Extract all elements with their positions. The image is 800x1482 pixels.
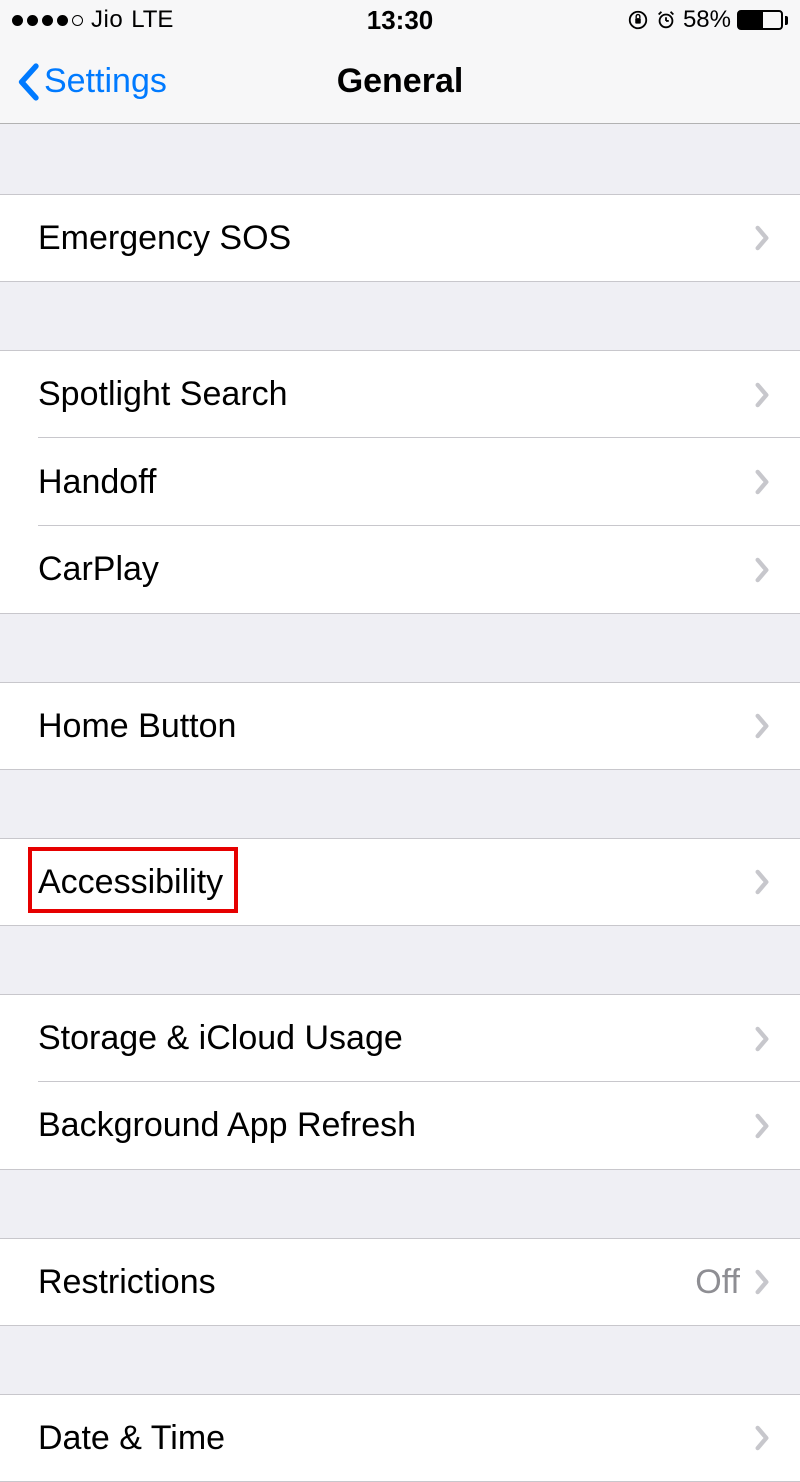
- group-gap: [0, 1326, 800, 1394]
- status-left: Jio LTE: [12, 6, 173, 34]
- settings-row-carplay[interactable]: CarPlay: [0, 526, 800, 614]
- network-label: LTE: [131, 6, 173, 34]
- row-label: Restrictions: [38, 1263, 695, 1302]
- group-gap: [0, 614, 800, 682]
- row-label: Background App Refresh: [38, 1106, 754, 1145]
- group-gap: [0, 770, 800, 838]
- back-button[interactable]: Settings: [16, 62, 167, 101]
- chevron-right-icon: [754, 1269, 770, 1295]
- settings-row-handoff[interactable]: Handoff: [0, 438, 800, 526]
- row-label: Accessibility: [38, 863, 754, 902]
- row-label: CarPlay: [38, 550, 754, 589]
- signal-strength-icon: [12, 15, 83, 26]
- row-label: Date & Time: [38, 1419, 754, 1458]
- chevron-right-icon: [754, 1425, 770, 1451]
- row-value: Off: [695, 1263, 740, 1302]
- chevron-right-icon: [754, 1113, 770, 1139]
- status-right: 58%: [627, 6, 788, 34]
- row-label: Emergency SOS: [38, 219, 754, 258]
- row-label: Handoff: [38, 463, 754, 502]
- alarm-icon: [655, 9, 677, 31]
- battery-icon: [737, 10, 788, 30]
- settings-row-background-app-refresh[interactable]: Background App Refresh: [0, 1082, 800, 1170]
- chevron-right-icon: [754, 469, 770, 495]
- settings-row-storage-icloud-usage[interactable]: Storage & iCloud Usage: [0, 994, 800, 1082]
- page-title: General: [337, 62, 464, 101]
- rotation-lock-icon: [627, 9, 649, 31]
- back-label: Settings: [44, 62, 167, 101]
- row-label: Storage & iCloud Usage: [38, 1019, 754, 1058]
- settings-row-spotlight-search[interactable]: Spotlight Search: [0, 350, 800, 438]
- group-gap: [0, 282, 800, 350]
- settings-row-accessibility[interactable]: Accessibility: [0, 838, 800, 926]
- row-label: Spotlight Search: [38, 375, 754, 414]
- chevron-right-icon: [754, 225, 770, 251]
- status-time: 13:30: [367, 5, 434, 36]
- carrier-label: Jio: [91, 6, 123, 34]
- group-gap: [0, 926, 800, 994]
- chevron-right-icon: [754, 869, 770, 895]
- settings-row-restrictions[interactable]: RestrictionsOff: [0, 1238, 800, 1326]
- chevron-right-icon: [754, 557, 770, 583]
- battery-percent: 58%: [683, 6, 731, 34]
- chevron-right-icon: [754, 713, 770, 739]
- settings-row-emergency-sos[interactable]: Emergency SOS: [0, 194, 800, 282]
- group-gap: [0, 124, 800, 194]
- chevron-right-icon: [754, 1026, 770, 1052]
- settings-row-home-button[interactable]: Home Button: [0, 682, 800, 770]
- settings-row-date-time[interactable]: Date & Time: [0, 1394, 800, 1482]
- group-gap: [0, 1170, 800, 1238]
- row-label: Home Button: [38, 707, 754, 746]
- chevron-right-icon: [754, 382, 770, 408]
- settings-list[interactable]: Emergency SOS Spotlight Search Handoff CarP…: [0, 124, 800, 1482]
- nav-header: Settings General: [0, 40, 800, 124]
- status-bar: Jio LTE 13:30 58%: [0, 0, 800, 40]
- chevron-left-icon: [16, 63, 40, 101]
